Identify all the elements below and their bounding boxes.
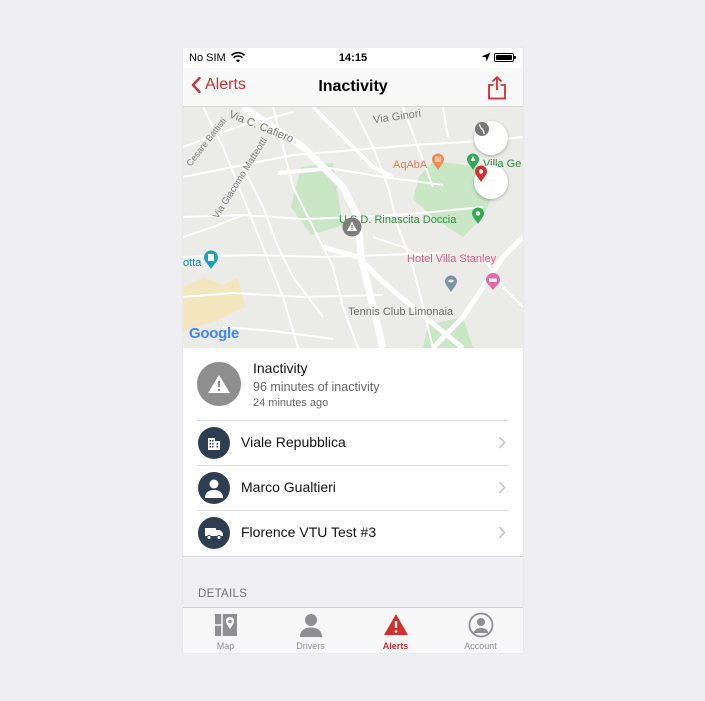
row-divider [197,510,509,511]
map-label-hotel: Hotel Villa Stanley [407,253,497,265]
clock: 14:15 [338,52,368,64]
tab-map[interactable]: Map [183,608,268,653]
share-icon[interactable] [486,76,508,100]
alert-title: Inactivity [253,360,308,376]
alert-icon [384,614,408,635]
map-label-aqaba: AqAbA [393,159,428,171]
vehicle-row[interactable]: Florence VTU Test #3 [183,510,523,555]
battery-icon [494,53,516,62]
map-label-otta: otta [183,257,202,269]
row-divider [197,420,509,421]
driver-row[interactable]: Marco Gualtieri [183,465,523,510]
alert-subtitle: 96 minutes of inactivity [253,380,380,394]
details-header: DETAILS [198,588,248,600]
tab-account[interactable]: Account [438,608,523,653]
google-logo: Google [189,325,239,342]
map-label-tennis: Tennis Club Limonaia [348,306,454,318]
location-arrow-icon [481,52,491,65]
tab-bar: Map Drivers Alerts Account [183,607,523,653]
account-icon [468,612,494,638]
map-icon [215,614,237,636]
globe-icon [475,122,489,136]
status-bar: No SIM 14:15 [183,48,523,68]
row-divider [197,465,509,466]
location-pin-icon [475,165,487,182]
tab-alerts-label: Alerts [382,641,409,651]
location-row[interactable]: Viale Repubblica [183,420,523,465]
navigation-bar: Alerts Inactivity [183,68,523,107]
page-title: Inactivity [318,78,388,95]
vehicle-label: Florence VTU Test #3 [241,524,377,540]
driver-label: Marco Gualtieri [241,479,336,495]
warning-icon [197,362,241,406]
tab-alerts[interactable]: Alerts [353,608,438,653]
tab-account-label: Account [464,641,497,651]
phone-screen: No SIM 14:15 Alerts Inactivity Via Ginor… [183,48,523,653]
person-icon [198,472,230,504]
chevron-right-icon [498,436,506,449]
alert-timestamp: 24 minutes ago [253,397,329,409]
tab-drivers[interactable]: Drivers [268,608,353,653]
map-view[interactable]: Via Ginori Via C. Cafiero Cesare Battist… [183,107,523,348]
tab-drivers-label: Drivers [296,641,325,651]
map-type-button[interactable] [474,121,508,155]
chevron-right-icon [498,526,506,539]
details-section: DETAILS [183,556,523,608]
location-label: Viale Repubblica [241,434,346,450]
alert-summary: Inactivity 96 minutes of inactivity 24 m… [183,348,523,420]
building-icon [198,427,230,459]
chevron-right-icon [498,481,506,494]
tab-map-label: Map [216,641,235,651]
truck-icon [198,517,230,549]
center-location-button[interactable] [474,165,508,199]
driver-icon [300,614,322,637]
